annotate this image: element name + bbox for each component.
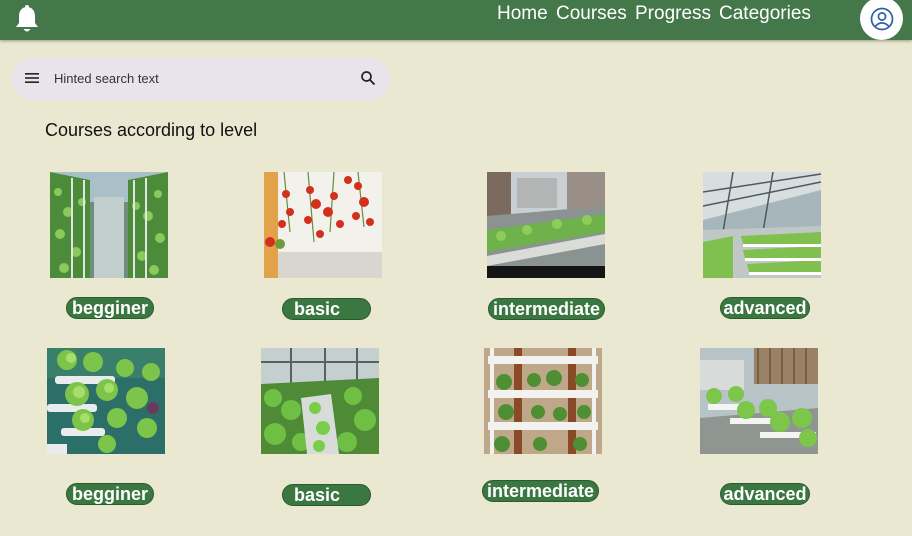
level-badge-intermediate[interactable]: intermediate: [488, 298, 605, 320]
course-image-vertical-farm[interactable]: [50, 172, 168, 278]
search-icon[interactable]: [360, 70, 376, 86]
page-title: Courses according to level: [45, 120, 258, 140]
search-bar[interactable]: Hinted search text: [12, 58, 390, 100]
notification-bell-icon[interactable]: [14, 4, 40, 34]
nav-progress[interactable]: Progress: [635, 3, 711, 25]
top-app-bar: Home Courses Progress Categories: [0, 0, 912, 40]
level-badge-intermediate[interactable]: intermediate: [482, 480, 599, 502]
course-image-rooftop-pipes[interactable]: [700, 348, 818, 454]
course-image-indoor-greens[interactable]: [261, 348, 379, 454]
profile-avatar[interactable]: [860, 0, 903, 40]
nav-courses[interactable]: Courses: [556, 3, 627, 25]
course-image-tomatoes[interactable]: [264, 172, 382, 278]
account-circle-icon: [870, 7, 893, 30]
nav-home[interactable]: Home: [497, 3, 548, 25]
level-badge-begginer[interactable]: begginer: [66, 297, 154, 319]
nav-categories[interactable]: Categories: [719, 3, 811, 25]
search-input[interactable]: Hinted search text: [54, 71, 159, 86]
level-badge-basic[interactable]: basic: [282, 484, 371, 506]
course-image-wall-lettuce[interactable]: [47, 348, 165, 454]
course-image-shelf-planter[interactable]: [484, 348, 602, 454]
level-badge-advanced[interactable]: advanced: [720, 483, 810, 505]
level-badge-basic[interactable]: basic: [282, 298, 371, 320]
level-badge-advanced[interactable]: advanced: [720, 297, 810, 319]
course-image-rooftop-beds[interactable]: [487, 172, 605, 278]
menu-icon[interactable]: [24, 71, 40, 85]
level-badge-begginer[interactable]: begginer: [66, 483, 154, 505]
course-image-greenhouse[interactable]: [703, 172, 821, 278]
